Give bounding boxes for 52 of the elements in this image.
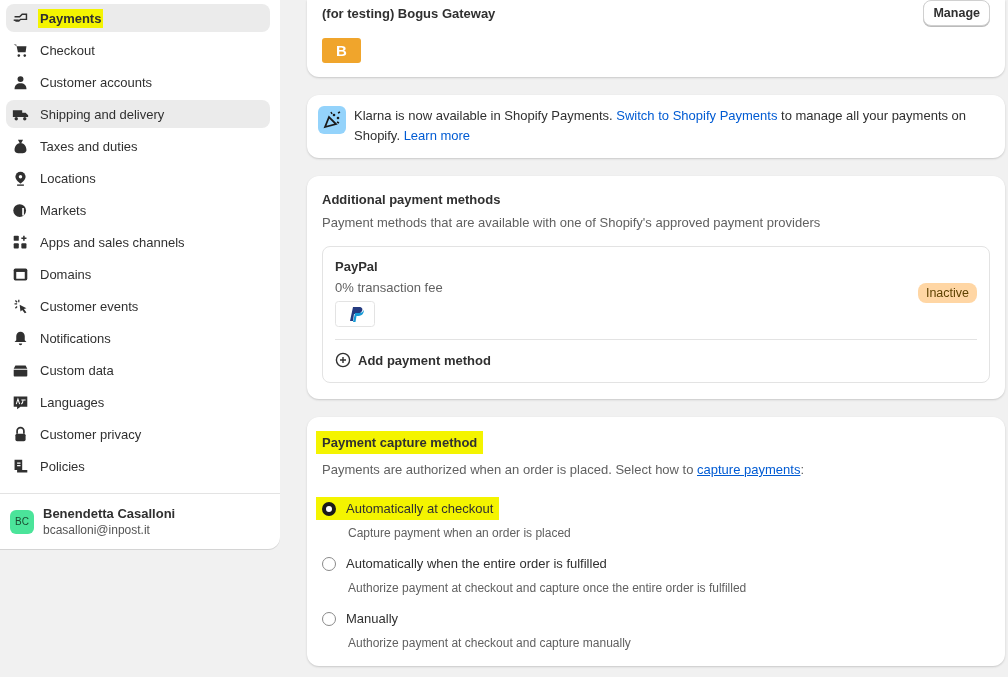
sidebar-item[interactable]: Customer privacy (6, 420, 270, 448)
radio-button[interactable] (322, 501, 336, 516)
sidebar-item[interactable]: Custom data (6, 356, 270, 384)
sidebar-item[interactable]: Shipping and delivery (6, 100, 270, 128)
sidebar-item[interactable]: Payments (6, 4, 270, 32)
method-fee: 0% transaction fee (335, 280, 443, 295)
user-name: Benendetta Casalloni (43, 506, 176, 521)
section-description: Payment methods that are available with one of Shopify's approved payment providers (322, 215, 822, 230)
radio-option[interactable]: Automatically at checkout (316, 497, 500, 520)
gateway-logo: B (322, 38, 361, 63)
avatar-initials: BC (10, 509, 34, 534)
sidebar-item[interactable]: Markets (6, 196, 270, 224)
sidebar-item[interactable]: Apps and sales channels (6, 228, 270, 256)
section-title: Payment capture method (316, 431, 484, 454)
sidebar-item[interactable]: Checkout (6, 36, 270, 64)
notice-link[interactable]: Learn more (403, 128, 471, 143)
sidebar-item[interactable]: Taxes and duties (6, 132, 270, 160)
plus-circle-icon (335, 352, 351, 368)
radio-option[interactable]: Manually (316, 607, 405, 630)
option-description: Authorize payment at checkout and capture once the entire order is fulfilled (348, 581, 748, 595)
location-pin-icon (12, 169, 29, 187)
section-title: Additional payment methods (322, 192, 502, 207)
notice-text: Klarna is now available in Shopify Payments. Switch to Shopify Payments to manage all your payments on Shopify. Learn more (354, 107, 968, 145)
section-description: Payments are authorized when an order is placed. Select how to capture payments: (322, 462, 805, 477)
sidebar-item[interactable]: Customer events (6, 292, 270, 320)
radio-button[interactable] (322, 556, 336, 571)
apps-icon (12, 233, 29, 251)
bell-icon (12, 329, 29, 347)
option-description: Capture payment when an order is placed (348, 526, 572, 540)
scroll-icon (12, 457, 29, 475)
sidebar-item[interactable]: Domains (6, 260, 270, 288)
status-badge: Inactive (917, 283, 977, 303)
lock-icon (12, 425, 29, 443)
cursor-click-icon (12, 297, 29, 315)
sidebar-item[interactable]: Languages (6, 388, 270, 416)
paypal-logo-icon (335, 301, 375, 327)
sidebar-item[interactable]: Policies (6, 452, 270, 480)
party-popper-icon (318, 106, 346, 134)
money-bag-icon (12, 137, 29, 155)
radio-option[interactable]: Automatically when the entire order is fulfilled (316, 552, 613, 575)
option-description: Authorize payment at checkout and capture manually (348, 636, 632, 650)
method-name: PayPal (335, 259, 379, 274)
person-icon (12, 73, 29, 91)
gateway-title: (for testing) Bogus Gateway (322, 5, 496, 21)
notice-link[interactable]: Switch to Shopify Payments (616, 108, 778, 123)
manage-button[interactable]: Manage (923, 0, 990, 26)
radio-button[interactable] (322, 611, 336, 626)
user-email: bcasalloni@inpost.it (43, 523, 151, 537)
sidebar-item[interactable]: Customer accounts (6, 68, 270, 96)
sidebar-item[interactable]: Notifications (6, 324, 270, 352)
sidebar-item[interactable]: Locations (6, 164, 270, 192)
add-payment-method-button[interactable]: Add payment method (335, 350, 491, 370)
